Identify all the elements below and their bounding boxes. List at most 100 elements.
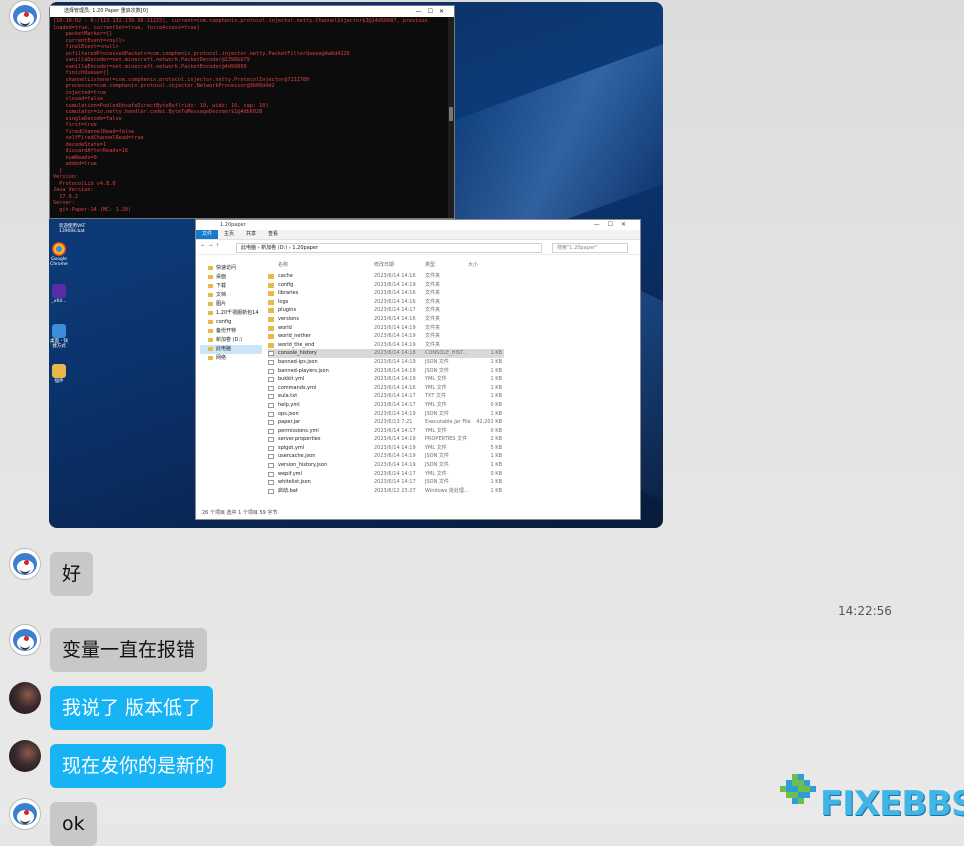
- file-name: world_the_end: [278, 341, 315, 348]
- chat-message[interactable]: 变量一直在报错: [50, 628, 208, 672]
- console-scrollbar: [448, 17, 454, 218]
- file-size: 1 KB: [490, 462, 502, 469]
- file-row: libraries 2023/6/14 14:16 文件夹: [268, 289, 504, 298]
- file-row: 启动.bat 2023/6/12 23:27 Windows 批处理... 1 KB: [268, 487, 504, 496]
- nav-pane-item: 图片: [200, 300, 262, 309]
- file-type: 文件夹: [425, 307, 441, 314]
- avatar[interactable]: [9, 548, 41, 580]
- file-date: 2023/6/14 14:16: [374, 290, 416, 297]
- avatar[interactable]: [9, 740, 41, 772]
- file-name: libraries: [278, 290, 299, 297]
- explorer-title: 1.20paper: [220, 222, 246, 228]
- folder-icon: [208, 310, 213, 315]
- desktop-icon-label: 插件: [54, 379, 64, 384]
- file-row: banned-players.json 2023/6/14 14:19 JSON 文…: [268, 367, 504, 376]
- file-row: usercache.json 2023/6/14 14:19 JSON 文件 1 KB: [268, 452, 504, 461]
- file-type: CONSOLE_HIST...: [425, 350, 468, 357]
- file-name: permissions.yml: [278, 427, 319, 434]
- file-type: 文件夹: [425, 315, 441, 322]
- file-name: paper.jar: [278, 419, 301, 426]
- file-date: 2023/6/14 14:17: [374, 307, 416, 314]
- file-icon: [268, 359, 274, 365]
- chat-message[interactable]: ok: [50, 802, 97, 846]
- explorer-title-bar: 1.20paper —☐✕: [196, 220, 640, 230]
- desktop-label-line2: 13900k.bat: [59, 229, 85, 234]
- file-date: 2023/6/14 14:18: [374, 350, 416, 357]
- file-date: 2023/6/14 14:19: [374, 436, 416, 443]
- console-window: 选择管理员: 1.20 Paper 重启次数[0] —☐✕ [10:10:02 …: [49, 5, 455, 219]
- folder-icon: [268, 316, 274, 322]
- file-row: world_the_end 2023/6/14 14:19 文件夹: [268, 341, 504, 350]
- file-size: 0 KB: [490, 427, 502, 434]
- drive-icon: [208, 337, 213, 342]
- column-type: 类型: [425, 262, 436, 268]
- avatar[interactable]: [9, 798, 41, 830]
- file-date: 2023/6/13 7:21: [374, 419, 413, 426]
- avatar[interactable]: [9, 682, 41, 714]
- chat-message[interactable]: 我说了 版本低了: [50, 686, 214, 730]
- file-type: 文件夹: [425, 281, 441, 288]
- file-date: 2023/6/14 14:16: [374, 315, 416, 322]
- tab-view: 查看: [268, 231, 279, 237]
- folder-icon: [268, 342, 274, 348]
- file-date: 2023/6/14 14:17: [374, 401, 416, 408]
- chrome-desktop-icon: Google Chrome: [49, 242, 69, 267]
- nav-pane-label: 下载: [216, 283, 227, 289]
- watermark-text: FIXEBBS: [820, 784, 964, 824]
- file-date: 2023/6/14 14:19: [374, 444, 416, 451]
- file-name: eula.txt: [278, 393, 298, 400]
- file-type: YML 文件: [425, 376, 447, 383]
- file-icon: [268, 402, 274, 408]
- folder-icon: [268, 291, 274, 297]
- message-timestamp: 14:22:56: [838, 604, 892, 618]
- avatar[interactable]: [9, 624, 41, 656]
- file-name: world_nether: [278, 333, 311, 340]
- file-size: 1 KB: [490, 410, 502, 417]
- file-type: 文件夹: [425, 333, 441, 340]
- file-name: whitelist.json: [278, 479, 311, 486]
- globe-icon: [780, 774, 816, 804]
- avatar[interactable]: [9, 0, 41, 32]
- file-date: 2023/6/14 14:19: [374, 324, 416, 331]
- folder-icon: [208, 328, 213, 333]
- file-icon: [268, 420, 274, 426]
- file-type: 文件夹: [425, 324, 441, 331]
- file-icon: [268, 394, 274, 400]
- file-type: 文件夹: [425, 298, 441, 305]
- chat-message[interactable]: 现在发你的是新的: [50, 744, 227, 788]
- file-name: bukkit.yml: [278, 376, 305, 383]
- picture-icon: [208, 301, 213, 306]
- folder-icon: [208, 319, 213, 324]
- file-row: versions 2023/6/14 14:16 文件夹: [268, 315, 504, 324]
- file-row: plugins 2023/6/14 14:17 文件夹: [268, 306, 504, 315]
- nav-pane-item: 网络: [200, 354, 262, 363]
- file-name: config: [278, 281, 294, 288]
- folder-icon: [268, 308, 274, 314]
- nav-arrows-icon: ←→↑: [201, 243, 223, 249]
- file-name: plugins: [278, 307, 297, 314]
- file-date: 2023/6/14 14:19: [374, 358, 416, 365]
- file-name: versions: [278, 315, 299, 322]
- console-line: [10:10:02 - R:/113.132.139.96:11215], cu…: [53, 18, 428, 24]
- file-name: ops.json: [278, 410, 299, 417]
- file-icon: [268, 454, 274, 460]
- nav-pane-item: 桌面: [200, 273, 262, 282]
- screenshot-image-message[interactable]: 选择管理员: 1.20 Paper 重启次数[0] —☐✕ [10:10:02 …: [49, 2, 663, 528]
- folder-icon: [268, 299, 274, 305]
- file-type: 文件夹: [425, 273, 441, 279]
- file-row: commands.yml 2023/6/14 14:16 YML 文件 1 KB: [268, 384, 504, 393]
- file-row: console_history 2023/6/14 14:18 CONSOLE_HI…: [268, 349, 504, 358]
- file-row: version_history.json 2023/6/14 14:19 JSON …: [268, 461, 504, 470]
- file-date: 2023/6/14 14:17: [374, 427, 416, 434]
- file-row: permissions.yml 2023/6/14 14:17 YML 文件 0 KB: [268, 427, 504, 436]
- desktop-label: 欢迎使用VAT 13900k.bat: [59, 224, 85, 234]
- chat-message[interactable]: 好: [50, 552, 94, 596]
- file-type: JSON 文件: [425, 367, 449, 374]
- file-size: 5 KB: [490, 444, 502, 451]
- file-date: 2023/6/14 14:19: [374, 367, 416, 374]
- file-type: JSON 文件: [425, 462, 449, 469]
- file-type: YML 文件: [425, 384, 447, 391]
- file-size: 1 KB: [490, 376, 502, 383]
- file-row: paper.jar 2023/6/13 7:21 Executable Jar Fi…: [268, 418, 504, 427]
- address-bar: 此电脑 › 新加卷 (D:) › 1.20paper: [236, 243, 542, 253]
